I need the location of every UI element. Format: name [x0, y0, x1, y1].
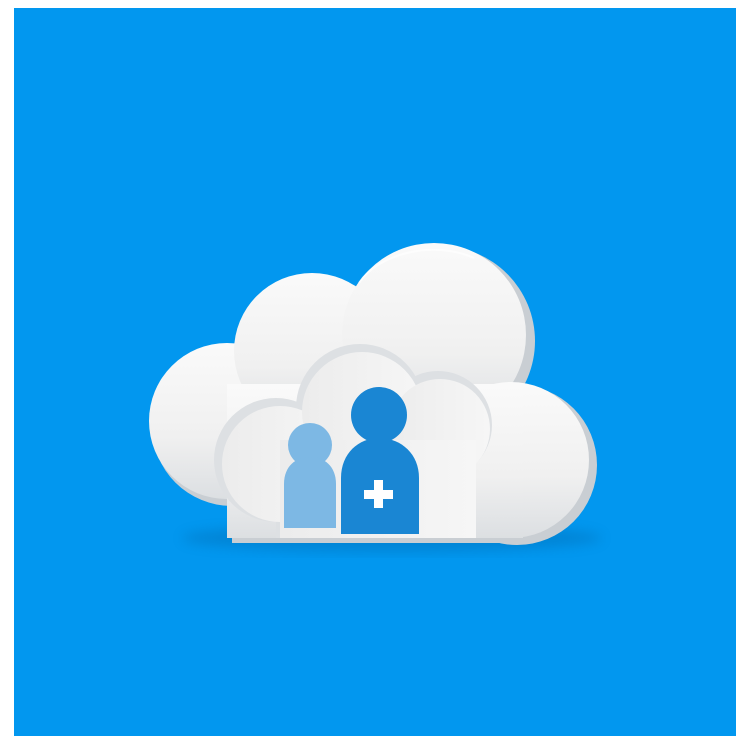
app-icon-tile [14, 8, 736, 736]
person-icon [284, 423, 336, 528]
image-frame [0, 0, 737, 736]
cloud-users-illustration [14, 8, 736, 736]
